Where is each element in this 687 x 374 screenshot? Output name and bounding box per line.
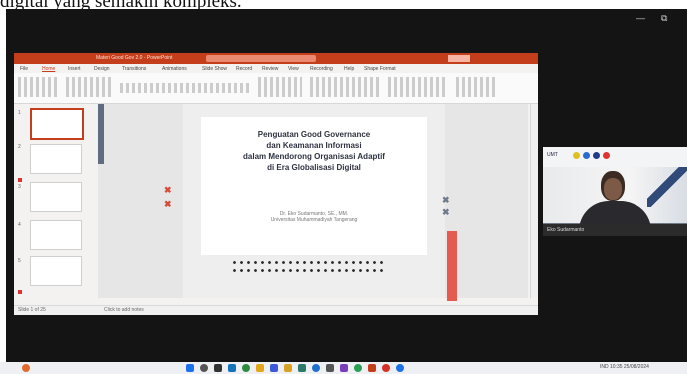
app-icon[interactable] (326, 364, 334, 372)
dot-row-bottom-2 (231, 268, 383, 273)
share-button[interactable] (448, 55, 470, 62)
search-box[interactable] (206, 55, 316, 62)
app-icon[interactable] (354, 364, 362, 372)
tab-view[interactable]: View (288, 66, 299, 72)
slide-number: 5 (18, 258, 21, 264)
remote-screen: — ⧉ Materi Good Gov 2.0 - PowerPoint Fil… (6, 9, 687, 362)
slides-group[interactable] (66, 77, 112, 97)
minimize-icon[interactable]: — (636, 13, 645, 23)
weather-icon[interactable] (22, 364, 30, 372)
slide-title: Penguatan Good Governance dan Keamanan I… (201, 129, 427, 173)
banner-stripe (647, 167, 687, 207)
task-view-icon[interactable] (214, 364, 222, 372)
app-icon[interactable] (298, 364, 306, 372)
ribbon (14, 73, 538, 104)
notes-prompt[interactable]: Click to add notes (104, 307, 144, 313)
tab-recording[interactable]: Recording (310, 66, 333, 72)
title-line: Penguatan Good Governance (257, 130, 371, 139)
slide-number: 3 (18, 184, 21, 190)
editing-group[interactable] (388, 77, 448, 97)
store-icon[interactable] (270, 364, 278, 372)
font-group[interactable] (120, 83, 250, 93)
dot-row-bottom (231, 260, 383, 265)
thumbnail-slide-1[interactable] (30, 108, 84, 140)
x-mark-icon: ✖ (164, 199, 172, 209)
x-mark-icon: ✖ (164, 185, 172, 195)
app-icon[interactable] (396, 364, 404, 372)
voice-group[interactable] (456, 77, 496, 97)
tab-help[interactable]: Help (344, 66, 354, 72)
author-institution: Universitas Muhammadiyah Tangerang (270, 217, 358, 223)
drawing-group[interactable] (310, 77, 380, 97)
app-icon[interactable] (382, 364, 390, 372)
tab-transitions[interactable]: Transitions (122, 66, 146, 72)
tab-design[interactable]: Design (94, 66, 110, 72)
slide-counter: Slide 1 of 25 (18, 307, 46, 313)
x-mark-icon: ✖ (442, 207, 450, 217)
video-header: UMT (543, 147, 687, 167)
zoom-icon[interactable] (312, 364, 320, 372)
slide-red-bar (447, 231, 457, 301)
tab-insert[interactable]: Insert (68, 66, 81, 72)
logo-circle-icon (573, 152, 580, 159)
slide-title-card: Penguatan Good Governance dan Keamanan I… (201, 117, 427, 255)
participant-video[interactable]: UMT Eko Sudarmanto (543, 147, 687, 236)
slide-number: 4 (18, 222, 21, 228)
chrome-icon[interactable] (242, 364, 250, 372)
logo-circle-icon (583, 152, 590, 159)
marker-icon (18, 290, 22, 294)
marker-icon (18, 178, 22, 182)
participant-name: Eko Sudarmanto (543, 224, 687, 236)
org-logo: UMT (547, 152, 558, 158)
restore-icon[interactable]: ⧉ (661, 13, 667, 24)
thumbnail-slide-2[interactable] (30, 144, 82, 174)
slide-number: 2 (18, 144, 21, 150)
clipboard-group[interactable] (18, 77, 58, 97)
tab-shape-format[interactable]: Shape Format (364, 66, 396, 72)
ribbon-tabs: File Home Insert Design Transitions Anim… (14, 64, 538, 73)
slide-blue-bar (98, 104, 104, 164)
folder-icon[interactable] (284, 364, 292, 372)
window-title: Materi Good Gov 2.0 - PowerPoint (96, 55, 173, 61)
slide-number: 1 (18, 110, 21, 116)
title-bar: Materi Good Gov 2.0 - PowerPoint (14, 53, 538, 64)
title-line: dalam Mendorong Organisasi Adaptif (243, 152, 385, 161)
title-line: di Era Globalisasi Digital (267, 163, 361, 172)
tab-animations[interactable]: Animations (162, 66, 187, 72)
paragraph-group[interactable] (258, 77, 302, 97)
thumbnail-slide-3[interactable] (30, 182, 82, 212)
tab-review[interactable]: Review (262, 66, 278, 72)
app-icon[interactable] (340, 364, 348, 372)
vertical-scrollbar[interactable] (530, 104, 538, 298)
start-icon[interactable] (186, 364, 194, 372)
tab-home[interactable]: Home (42, 66, 55, 72)
tab-slide-show[interactable]: Slide Show (202, 66, 227, 72)
edge-icon[interactable] (228, 364, 236, 372)
logo-circle-icon (593, 152, 600, 159)
logo-circle-icon (603, 152, 610, 159)
status-bar: Slide 1 of 25 Click to add notes (14, 305, 538, 315)
tab-file[interactable]: File (20, 66, 28, 72)
thumbnail-slide-4[interactable] (30, 220, 82, 250)
file-explorer-icon[interactable] (256, 364, 264, 372)
title-line: dan Keamanan Informasi (266, 141, 362, 150)
taskbar: IND 10:35 25/08/2024 (0, 362, 687, 374)
x-mark-icon: ✖ (442, 195, 450, 205)
powerpoint-icon[interactable] (368, 364, 376, 372)
thumbnail-slide-5[interactable] (30, 256, 82, 286)
slide-thumbnails: 1 2 3 4 5 (14, 104, 96, 298)
tab-record[interactable]: Record (236, 66, 252, 72)
search-icon[interactable] (200, 364, 208, 372)
slide-author: Dr. Eko Sudarmanto, SE., MM. Universitas… (201, 211, 427, 223)
person-face (604, 178, 622, 200)
system-tray[interactable]: IND 10:35 25/08/2024 (600, 364, 649, 370)
